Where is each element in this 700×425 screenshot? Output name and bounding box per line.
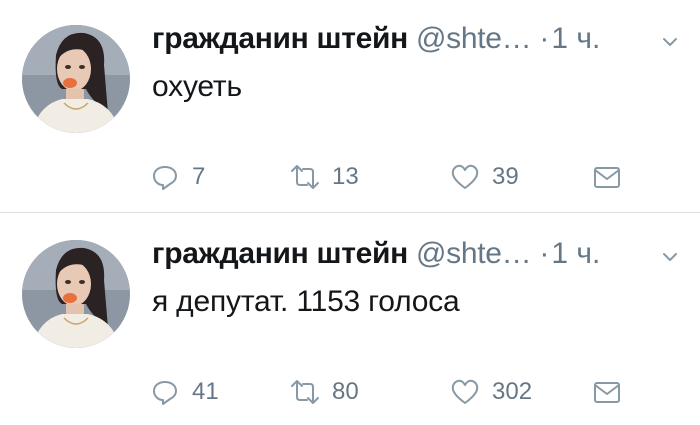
avatar-photo [22,240,130,348]
reply-icon [153,166,177,190]
like-count: 39 [492,163,519,190]
tweet-text: я депутат. 1153 голоса [152,285,460,318]
envelope-icon [594,167,620,188]
heart-icon [451,379,479,404]
retweet-icon [291,165,319,189]
author-handle[interactable]: @shte… [416,237,532,270]
reply-button[interactable]: 41 [150,375,219,409]
retweet-button[interactable]: 13 [290,160,359,194]
retweet-count: 13 [332,163,359,190]
reply-button[interactable]: 7 [150,160,205,194]
retweet-button[interactable]: 80 [290,375,359,409]
tweet-text: охуеть [152,70,242,103]
direct-message-button[interactable] [592,375,622,409]
like-button[interactable]: 302 [450,375,532,409]
author-name[interactable]: гражданин штейн [152,22,408,55]
chevron-down-icon[interactable] [660,32,680,52]
tweet-header: гражданин штейн @shte… ·1 ч. [152,22,692,62]
timestamp[interactable]: 1 ч. [551,22,600,55]
reply-icon [153,381,177,405]
tweet-divider [0,212,700,213]
reply-count: 7 [192,163,206,190]
heart-icon [451,164,479,189]
tweet-header: гражданин штейн @shte… ·1 ч. [152,237,692,277]
retweet-count: 80 [332,378,359,405]
direct-message-button[interactable] [592,160,622,194]
tweet-actions: 7 13 39 [150,160,650,194]
reply-count: 41 [192,378,219,405]
timestamp[interactable]: 1 ч. [551,237,600,270]
avatar[interactable] [22,25,130,133]
like-button[interactable]: 39 [450,160,519,194]
author-handle[interactable]: @shte… [416,22,532,55]
retweet-icon [291,380,319,404]
avatar[interactable] [22,240,130,348]
chevron-down-icon[interactable] [660,247,680,267]
avatar-photo [22,25,130,133]
tweet-actions: 41 80 302 [150,375,650,409]
envelope-icon [594,382,620,403]
tweet[interactable]: гражданин штейн@shte…·1 ч. охуеть 7 13 [0,0,700,210]
separator-dot: · [539,22,550,55]
timeline-feed: гражданин штейн@shte…·1 ч. охуеть 7 13 [0,0,700,425]
author-name[interactable]: гражданин штейн [152,237,408,270]
like-count: 302 [492,378,533,405]
tweet[interactable]: гражданин штейн @shte… ·1 ч. я депутат. 11… [0,215,700,425]
separator-dot: · [539,237,550,270]
